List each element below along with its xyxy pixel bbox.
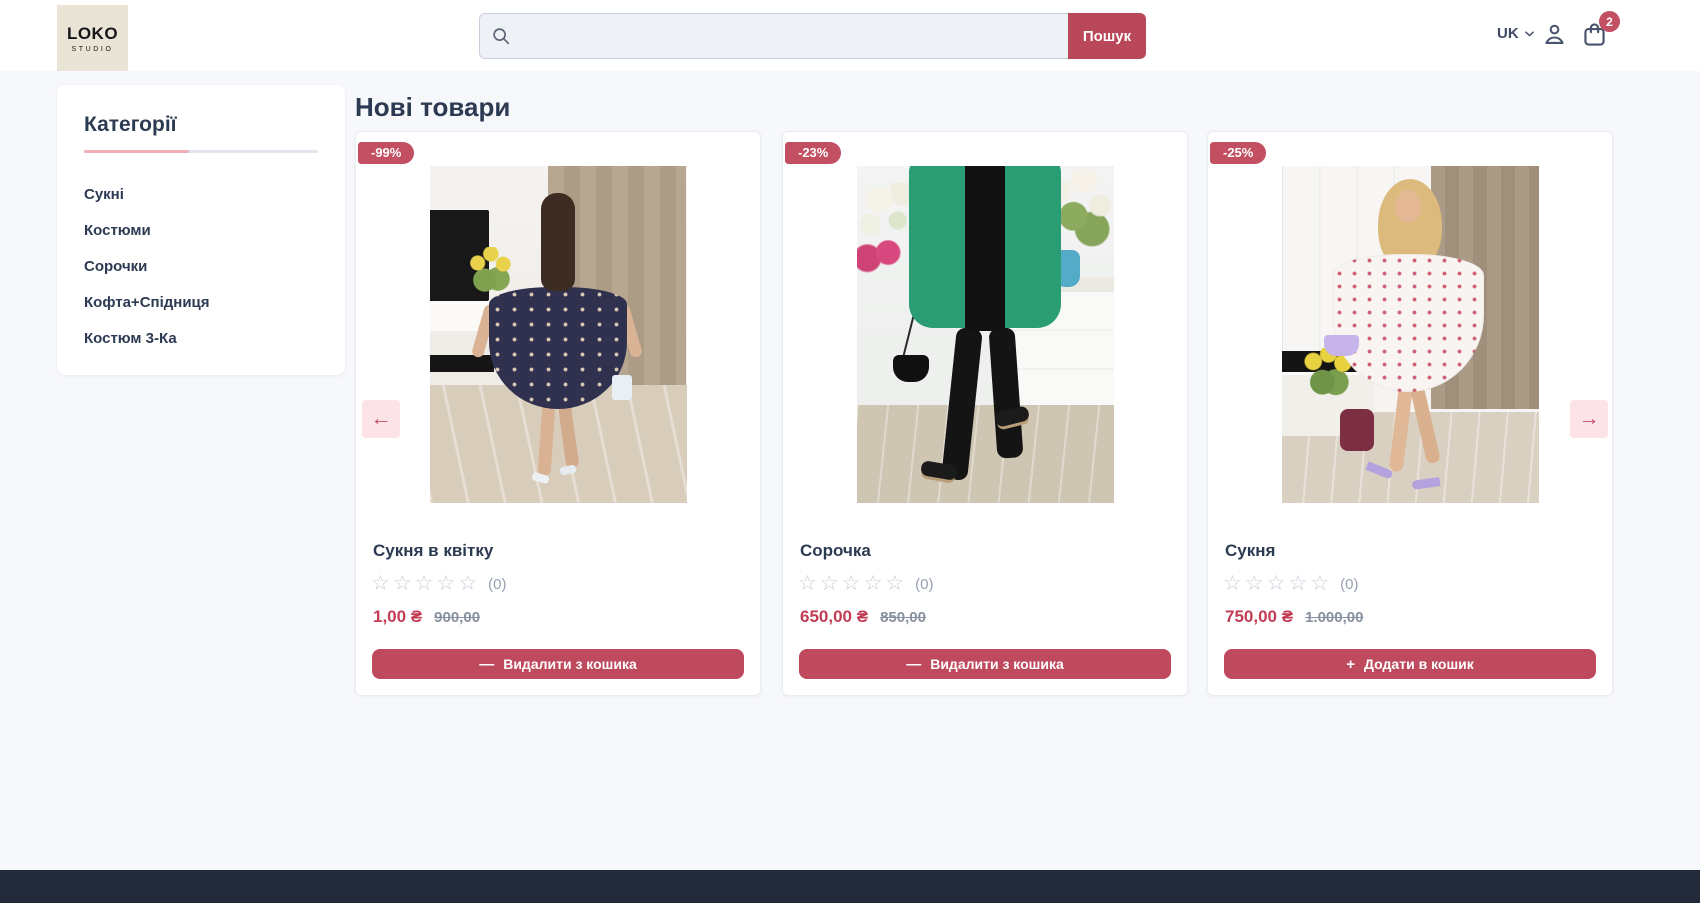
page: LOKO STUDIO Пошук UK 2 [0,0,1700,903]
star-icon: ☆ [371,574,390,594]
categories-list: Сукні Костюми Сорочки Кофта+Спідниця Кос… [84,177,318,357]
account-button[interactable] [1541,21,1568,53]
fireplace-shape [430,355,494,372]
rating-count: (0) [1340,576,1358,593]
floor-shape [857,405,1114,503]
page-title: Нові товари [355,92,510,123]
logo[interactable]: LOKO STUDIO [57,5,128,71]
discount-badge: -23% [785,142,841,164]
handbag-shape [893,355,929,382]
rating-row: ☆ ☆ ☆ ☆ ☆ (0) [798,574,1172,594]
carousel-next-button[interactable]: → [1570,400,1608,438]
product-card: -23% Сорочка ☆ ☆ ☆ ☆ ☆ (0) 650, [782,131,1188,696]
chevron-down-icon [1524,25,1535,42]
old-price: 1.000,00 [1305,609,1363,626]
star-icon: ☆ [1223,574,1242,594]
star-icon: ☆ [863,574,882,594]
old-price: 850,00 [880,609,926,626]
cart-button[interactable]: 2 [1580,20,1609,54]
discount-badge: -25% [1210,142,1266,164]
minus-icon: — [906,657,921,672]
current-price: 750,00 ₴ [1225,607,1293,627]
sidebar-item-kostium-3ka[interactable]: Костюм 3-Ка [84,321,318,357]
star-icon: ☆ [1267,574,1286,594]
star-icon: ☆ [1245,574,1264,594]
product-card: -25% Сукня ☆ ☆ ☆ ☆ ☆ (0) [1207,131,1613,696]
rating-row: ☆ ☆ ☆ ☆ ☆ (0) [1223,574,1597,594]
rating-count: (0) [915,576,933,593]
current-price: 1,00 ₴ [373,607,422,627]
handbag-shape [612,375,632,400]
remove-from-cart-button[interactable]: — Видалити з кошика [372,649,744,679]
arrow-left-icon: ← [371,407,392,430]
language-selector[interactable]: UK [1497,25,1535,42]
user-icon [1541,35,1568,52]
star-icon: ☆ [436,574,455,594]
product-card: -99% Сукня в квітку ☆ ☆ ☆ ☆ ☆ (0) [355,131,761,696]
sidebar-item-kostiumy[interactable]: Костюми [84,213,318,249]
logo-subtext: STUDIO [71,46,113,53]
categories-title: Категорії [84,113,318,137]
arrow-right-icon: → [1579,407,1600,430]
sidebar-item-sorochky[interactable]: Сорочки [84,249,318,285]
product-photo[interactable] [857,166,1114,503]
box-shape [1340,409,1374,451]
star-icon: ☆ [885,574,904,594]
logo-text: LOKO [67,24,118,44]
star-icon: ☆ [1288,574,1307,594]
product-title[interactable]: Сорочка [800,541,1170,561]
product-title[interactable]: Сукня [1225,541,1595,561]
star-icon: ☆ [1310,574,1329,594]
sidebar-item-sukni[interactable]: Сукні [84,177,318,213]
handbag-shape [1324,335,1359,356]
header: LOKO STUDIO Пошук UK 2 [0,0,1700,71]
top-shape [965,166,1005,331]
star-icon: ☆ [458,574,477,594]
price-row: 750,00 ₴ 1.000,00 [1225,607,1595,627]
current-price: 650,00 ₴ [800,607,868,627]
carousel-prev-button[interactable]: ← [362,400,400,438]
cart-count-badge: 2 [1599,11,1620,32]
search-button[interactable]: Пошук [1068,13,1146,59]
remove-from-cart-button[interactable]: — Видалити з кошика [799,649,1171,679]
product-title[interactable]: Сукня в квітку [373,541,743,561]
footer [0,870,1700,903]
minus-icon: — [479,657,494,672]
product-photo[interactable] [1282,166,1539,503]
plus-icon: + [1346,657,1355,672]
star-icon: ☆ [842,574,861,594]
search-input[interactable] [479,13,1068,59]
star-icon: ☆ [415,574,434,594]
price-row: 650,00 ₴ 850,00 [800,607,1170,627]
cart-bag-icon [1580,36,1609,53]
discount-badge: -99% [358,142,414,164]
star-icon: ☆ [820,574,839,594]
old-price: 900,00 [434,609,480,626]
add-to-cart-button[interactable]: + Додати в кошик [1224,649,1596,679]
language-label: UK [1497,25,1519,42]
categories-divider [84,150,318,153]
product-photo[interactable] [430,166,687,503]
price-row: 1,00 ₴ 900,00 [373,607,743,627]
star-icon: ☆ [798,574,817,594]
face-shape [1395,190,1421,223]
search-bar: Пошук [479,13,1146,59]
hair-shape [541,193,575,291]
categories-panel: Категорії Сукні Костюми Сорочки Кофта+Сп… [57,85,345,375]
sidebar-item-kofta-spidnytsia[interactable]: Кофта+Спідниця [84,285,318,321]
star-icon: ☆ [393,574,412,594]
rating-row: ☆ ☆ ☆ ☆ ☆ (0) [371,574,745,594]
rating-count: (0) [488,576,506,593]
